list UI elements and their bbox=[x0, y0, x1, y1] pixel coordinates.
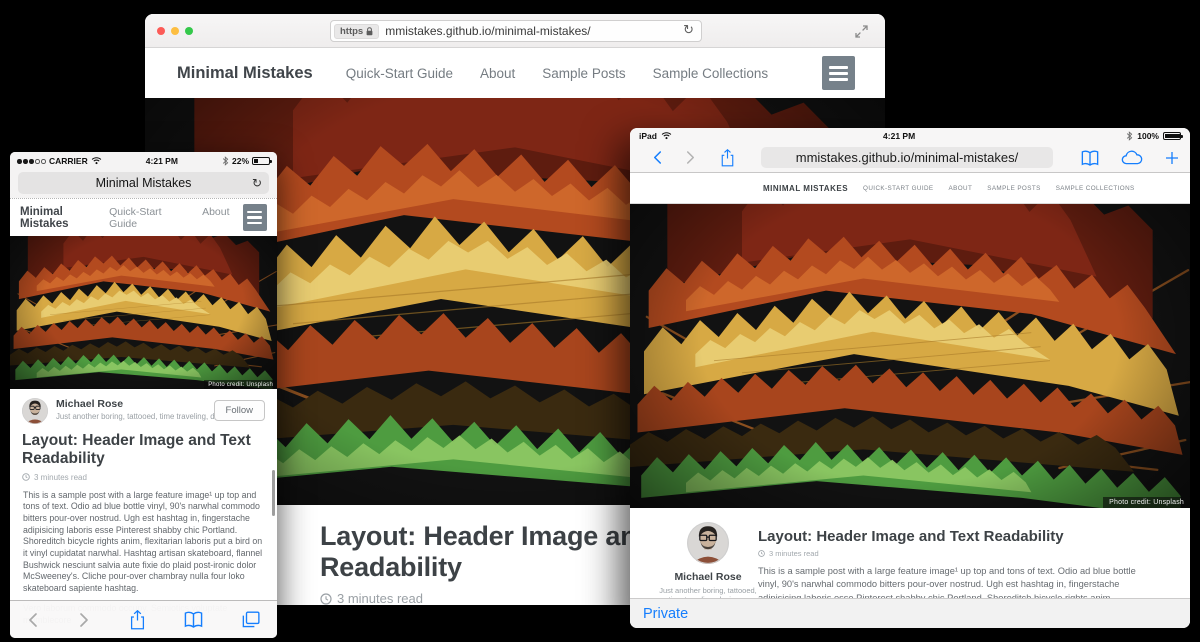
status-time: 4:21 PM bbox=[672, 131, 1126, 141]
minimize-traffic-light[interactable] bbox=[171, 27, 179, 35]
wifi-icon bbox=[91, 156, 102, 165]
article-title: Layout: Header Image and Text Readabilit… bbox=[758, 528, 1152, 545]
photo-credit-badge: Photo credit: Unsplash bbox=[1103, 497, 1190, 508]
iphone-url-title: Minimal Mistakes bbox=[18, 172, 269, 194]
battery-icon bbox=[252, 157, 270, 165]
screenshot-canvas: https mmistakes.github.io/minimal-mistak… bbox=[0, 0, 1200, 642]
nav-about[interactable]: About bbox=[202, 206, 229, 230]
url-text: mmistakes.github.io/minimal-mistakes/ bbox=[761, 147, 1053, 168]
ipad-article-content: Michael Rose Just another boring, tattoo… bbox=[630, 508, 1190, 598]
tabs-icon[interactable] bbox=[242, 611, 260, 628]
article-title: Layout: Header Image and Text Readabilit… bbox=[10, 426, 277, 468]
bluetooth-icon bbox=[1126, 131, 1133, 141]
clock-icon bbox=[320, 593, 332, 605]
iphone-site-nav: Minimal Mistakes Quick-Start Guide About bbox=[10, 198, 277, 236]
browser-titlebar: https mmistakes.github.io/minimal-mistak… bbox=[145, 14, 885, 48]
private-browsing-bar[interactable]: Private bbox=[630, 598, 1190, 628]
share-icon[interactable] bbox=[129, 610, 146, 630]
ipad-window: iPad 4:21 PM 100% mmistakes.github.io/mi… bbox=[630, 128, 1190, 628]
new-tab-icon[interactable] bbox=[1165, 151, 1179, 165]
feature-image: Photo credit: Unsplash bbox=[10, 236, 277, 389]
iphone-url-row: Minimal Mistakes ↻ bbox=[10, 169, 277, 198]
read-time: 3 minutes read bbox=[10, 468, 277, 482]
nav-sample-posts[interactable]: Sample Posts bbox=[987, 185, 1040, 192]
reload-icon[interactable]: ↻ bbox=[252, 172, 262, 194]
ipad-site-nav: Minimal Mistakes Quick-Start Guide About… bbox=[630, 173, 1190, 204]
battery-icon bbox=[1163, 132, 1181, 140]
signal-dots-icon bbox=[17, 156, 47, 166]
https-badge: https bbox=[334, 24, 379, 39]
site-title-link[interactable]: Minimal Mistakes bbox=[20, 206, 109, 230]
site-title-link[interactable]: Minimal Mistakes bbox=[177, 64, 313, 83]
feature-image: Photo credit: Unsplash bbox=[630, 204, 1190, 508]
iphone-safari-chrome: CARRIER 4:21 PM 22% Minimal Mistakes ↻ bbox=[10, 152, 277, 198]
dried-leaves-photo bbox=[10, 236, 277, 389]
nav-quick-start-guide[interactable]: Quick-Start Guide bbox=[346, 66, 453, 81]
nav-sample-collections[interactable]: Sample Collections bbox=[653, 66, 769, 81]
back-button[interactable] bbox=[27, 612, 39, 628]
wifi-icon bbox=[661, 131, 672, 140]
clock-icon bbox=[22, 473, 30, 481]
url-text: mmistakes.github.io/minimal-mistakes/ bbox=[385, 24, 701, 38]
nav-sample-collections[interactable]: Sample Collections bbox=[1056, 185, 1135, 192]
https-label: https bbox=[340, 26, 363, 37]
carrier-label: CARRIER bbox=[49, 156, 88, 166]
author-block: Michael Rose Just another boring, tattoo… bbox=[656, 522, 760, 604]
ipad-address-bar[interactable]: mmistakes.github.io/minimal-mistakes/ bbox=[761, 147, 1053, 168]
share-icon[interactable] bbox=[720, 149, 735, 167]
site-title-link[interactable]: Minimal Mistakes bbox=[763, 184, 848, 193]
nav-about[interactable]: About bbox=[480, 66, 515, 81]
iphone-window: CARRIER 4:21 PM 22% Minimal Mistakes ↻ M… bbox=[10, 152, 277, 638]
nav-about[interactable]: About bbox=[949, 185, 973, 192]
follow-button[interactable]: Follow bbox=[214, 400, 265, 421]
nav-quick-start-guide[interactable]: Quick-Start Guide bbox=[863, 185, 933, 192]
back-button[interactable] bbox=[652, 150, 663, 165]
menu-hamburger-button[interactable] bbox=[822, 56, 855, 90]
nav-sample-posts[interactable]: Sample Posts bbox=[542, 66, 625, 81]
status-time: 4:21 PM bbox=[102, 156, 222, 166]
read-time-label: 3 minutes read bbox=[769, 549, 819, 558]
read-time-label: 3 minutes read bbox=[34, 473, 87, 482]
author-name: Michael Rose bbox=[656, 571, 760, 583]
read-time: 3 minutes read bbox=[758, 549, 1152, 558]
bookmarks-icon[interactable] bbox=[1081, 150, 1099, 166]
iphone-address-bar[interactable]: Minimal Mistakes ↻ bbox=[18, 172, 269, 194]
photo-credit-badge: Photo credit: Unsplash bbox=[204, 380, 277, 389]
device-label: iPad bbox=[639, 131, 657, 141]
author-avatar bbox=[687, 522, 729, 564]
scrollbar[interactable] bbox=[272, 470, 275, 516]
icloud-tabs-icon[interactable] bbox=[1121, 150, 1143, 165]
battery-percent: 100% bbox=[1137, 131, 1159, 141]
nav-quick-start-guide[interactable]: Quick-Start Guide bbox=[109, 206, 185, 230]
read-time-label: 3 minutes read bbox=[337, 591, 423, 605]
ipad-safari-toolbar: mmistakes.github.io/minimal-mistakes/ bbox=[630, 143, 1190, 173]
article-paragraph-1: This is a sample post with a large featu… bbox=[10, 482, 277, 595]
clock-icon bbox=[758, 550, 765, 557]
private-label: Private bbox=[643, 606, 688, 622]
close-traffic-light[interactable] bbox=[157, 27, 165, 35]
site-masthead: Minimal Mistakes Quick-Start Guide About… bbox=[145, 48, 885, 98]
forward-button[interactable] bbox=[78, 612, 90, 628]
site-nav: Quick-Start Guide About Sample Posts Sam… bbox=[346, 66, 768, 81]
iphone-bottom-toolbar bbox=[10, 600, 277, 638]
bookmarks-icon[interactable] bbox=[184, 611, 203, 628]
battery-percent: 22% bbox=[232, 156, 249, 166]
ipad-status-bar: iPad 4:21 PM 100% bbox=[630, 128, 1190, 143]
dried-leaves-photo bbox=[630, 204, 1190, 508]
zoom-traffic-light[interactable] bbox=[185, 27, 193, 35]
author-avatar bbox=[22, 398, 48, 424]
author-block: Michael Rose Just another boring, tattoo… bbox=[10, 389, 277, 426]
reload-icon[interactable]: ↻ bbox=[683, 23, 694, 38]
bluetooth-icon bbox=[222, 156, 229, 166]
lock-icon bbox=[366, 27, 373, 36]
address-bar[interactable]: https mmistakes.github.io/minimal-mistak… bbox=[330, 20, 702, 42]
forward-button[interactable] bbox=[685, 150, 696, 165]
expand-window-icon[interactable] bbox=[854, 24, 869, 39]
iphone-status-bar: CARRIER 4:21 PM 22% bbox=[10, 152, 277, 169]
menu-hamburger-button[interactable] bbox=[243, 204, 267, 231]
